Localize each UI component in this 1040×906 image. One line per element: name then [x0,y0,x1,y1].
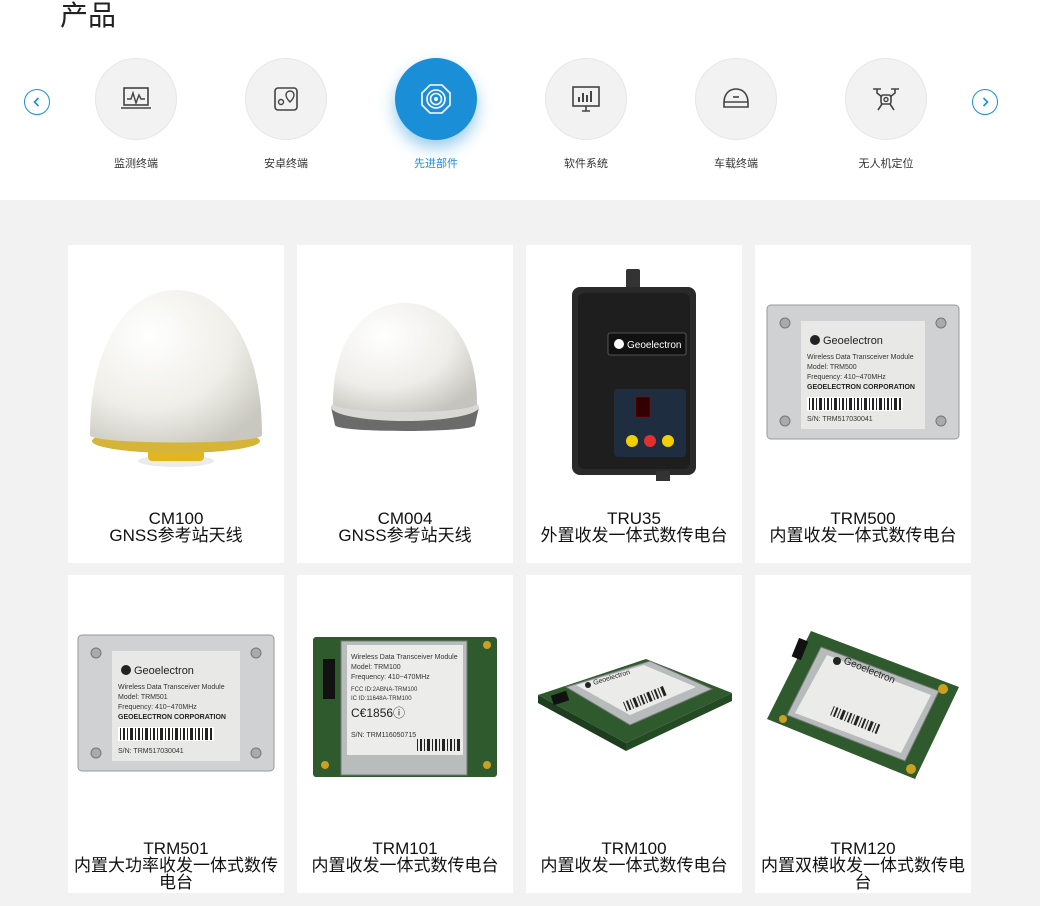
product-desc: 内置收发一体式数传电台 [311,856,499,875]
product-name: CM004 [377,509,433,528]
product-card-trm501[interactable]: Geoelectron Wireless Data Transceiver Mo… [68,575,284,893]
brand-text: Geoelectron [134,665,194,677]
carousel-prev-button[interactable] [24,89,50,115]
label-text: S/N: TRM517030041 [118,748,184,755]
label-text: Model: TRM501 [118,694,168,701]
vehicle-dome-icon [723,88,749,108]
product-desc: 内置收发一体式数传电台 [769,526,957,545]
product-header: 产品 监测终端 安卓终端 先进部件 软件系统 车载终端 无人机定位 [0,0,1040,200]
product-name: CM100 [148,509,204,528]
label-text: FCC ID:2ABNA-TRM100 [351,687,418,693]
category-icon-circle [545,58,627,140]
product-grid: CM100 GNSS参考站天线 CM004 GNSS参考站天线 Geoelect… [0,200,1040,906]
label-text: Wireless Data Transceiver Module [807,354,914,361]
product-desc: 外置收发一体式数传电台 [540,526,728,545]
carousel-next-button[interactable] [972,89,998,115]
product-name: TRU35 [607,509,661,528]
category-icon-circle [245,58,327,140]
label-text: GEOELECTRON CORPORATION [807,384,915,391]
chevron-left-icon [33,97,40,107]
product-card-tru35[interactable]: Geoelectron TRU35 外置收发一体式数传电台 [526,245,742,563]
dome-antenna-image [331,303,479,431]
category-icon-circle [845,58,927,140]
category-software-system[interactable]: 软件系统 [526,58,646,178]
category-vehicle-terminal[interactable]: 车载终端 [676,58,796,178]
product-name: TRM500 [830,509,896,528]
label-text: Frequency: 410~470MHz [351,674,430,681]
label-text: Model: TRM500 [807,364,857,371]
pcb-module-image: Geoelectron [767,631,959,779]
product-card-trm500[interactable]: Geoelectron Wireless Data Transceiver Mo… [755,245,971,563]
category-drone-positioning[interactable]: 无人机定位 [826,58,946,178]
product-name: TRM101 [372,839,438,858]
dome-antenna-image [90,290,262,467]
product-name: TRM100 [601,839,667,858]
category-label: 无人机定位 [858,157,914,170]
category-label: 软件系统 [564,157,608,170]
label-text: S/N: TRM517030041 [807,416,873,423]
category-icon-circle [95,58,177,140]
product-card-cm100[interactable]: CM100 GNSS参考站天线 [68,245,284,563]
metal-module-image: Geoelectron Wireless Data Transceiver Mo… [77,634,275,772]
category-monitoring-terminal[interactable]: 监测终端 [76,58,196,178]
label-text: Wireless Data Transceiver Module [351,654,458,661]
product-card-trm101[interactable]: Wireless Data Transceiver Module Model: … [297,575,513,893]
category-label: 安卓终端 [264,157,308,170]
map-pin-icon [274,87,298,111]
category-icon-circle [695,58,777,140]
label-text: Frequency: 410~470MHz [118,704,197,711]
page-title: 产品 [60,0,117,32]
monitor-waveform-icon [121,87,151,109]
product-name: TRM501 [143,839,209,858]
chevron-right-icon [982,97,989,107]
product-desc: GNSS参考站天线 [109,526,243,545]
category-label: 车载终端 [714,157,758,170]
product-desc: 内置大功率收发一体式数传电台 [74,856,278,892]
label-text: Wireless Data Transceiver Module [118,684,225,691]
pcb-module-image: Geoelectron [538,659,732,751]
label-text: Model: TRM100 [351,664,401,671]
category-label: 监测终端 [114,157,158,170]
product-desc: 内置收发一体式数传电台 [540,856,728,875]
product-card-cm004[interactable]: CM004 GNSS参考站天线 [297,245,513,563]
pcb-module-image: Wireless Data Transceiver Module Model: … [313,637,497,777]
label-text: Frequency: 410~470MHz [807,374,886,381]
product-desc: 内置双模收发一体式数传电台 [761,856,965,892]
radio-box-image: Geoelectron [572,269,696,481]
label-text: S/N: TRM116050715 [351,732,416,739]
drone-icon [873,88,899,111]
radar-target-icon [421,84,451,114]
product-card-trm120[interactable]: Geoelectron TRM120 内置双模收发一体式数传电台 [755,575,971,893]
brand-text: Geoelectron [627,340,681,351]
product-name: TRM120 [830,839,896,858]
product-desc: GNSS参考站天线 [338,526,472,545]
category-label: 先进部件 [414,157,458,170]
metal-module-image: Geoelectron Wireless Data Transceiver Mo… [766,304,960,440]
bar-chart-monitor-icon [572,86,600,112]
category-advanced-components[interactable]: 先进部件 [376,58,496,178]
label-text: IC ID:11648A-TRM100 [351,696,412,702]
category-android-terminal[interactable]: 安卓终端 [226,58,346,178]
product-card-trm100[interactable]: Geoelectron TRM100 内置收发一体式数传电台 [526,575,742,893]
brand-text: Geoelectron [823,335,883,347]
label-text: C€1856ⓘ [351,706,405,720]
label-text: GEOELECTRON CORPORATION [118,714,226,721]
category-icon-circle [395,58,477,140]
